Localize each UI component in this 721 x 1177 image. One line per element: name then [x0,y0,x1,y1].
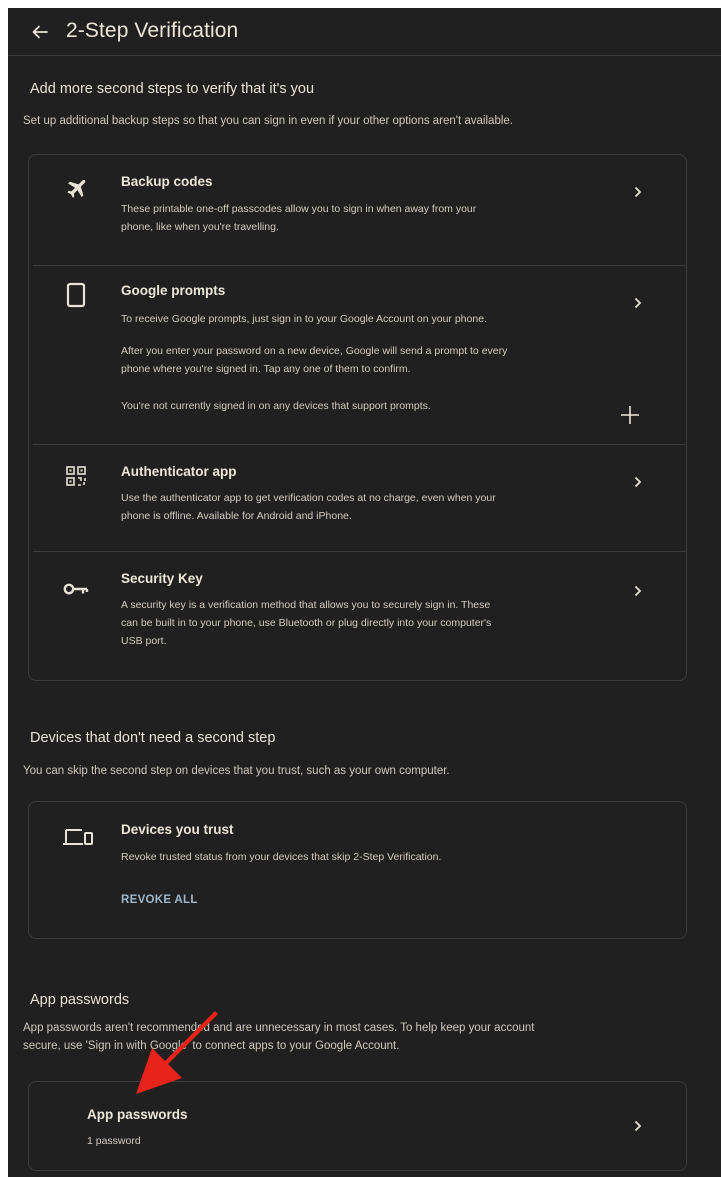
crosshair-cursor-icon [621,406,639,424]
revoke-all-button[interactable]: REVOKE ALL [121,894,198,906]
row-note: You're not currently signed in on any de… [121,400,431,412]
red-arrow-annotation-icon [136,1002,218,1094]
row-subtitle: 1 password [87,1135,141,1147]
row-title: Authenticator app [121,464,237,479]
row-description: Revoke trusted status from your devices … [121,851,442,863]
section-description-second-steps: Set up additional backup steps so that y… [23,115,513,127]
chevron-right-icon [632,1119,644,1133]
row-description: A security key is a verification method … [121,599,492,647]
google-prompts-row[interactable]: Google prompts To receive Google prompts… [29,266,686,444]
back-arrow-icon[interactable] [28,20,52,44]
chevron-right-icon [632,296,644,310]
screen: 2-Step Verification Add more second step… [8,8,721,1177]
row-title: Google prompts [121,283,226,298]
qr-code-icon [63,463,89,489]
page-title: 2-Step Verification [66,19,239,42]
row-description: To receive Google prompts, just sign in … [121,313,487,325]
row-description: These printable one-off passcodes allow … [121,203,477,233]
row-title: Backup codes [121,174,213,189]
section-description-devices: You can skip the second step on devices … [23,765,450,777]
devices-trust-card: Devices you trust Revoke trusted status … [28,801,687,939]
devices-icon [61,824,95,850]
row-title: Devices you trust [121,822,234,837]
backup-codes-row[interactable]: Backup codes These printable one-off pas… [29,155,686,265]
chevron-right-icon [632,185,644,199]
row-title: Security Key [121,571,203,586]
key-icon [63,576,89,602]
row-description: Use the authenticator app to get verific… [121,492,496,522]
row-title: App passwords [87,1107,188,1122]
top-bar: 2-Step Verification [8,8,721,56]
section-heading-devices: Devices that don't need a second step [30,730,276,746]
chevron-right-icon [632,475,644,489]
airplane-icon [63,175,89,201]
security-key-row[interactable]: Security Key A security key is a verific… [29,552,686,682]
authenticator-app-row[interactable]: Authenticator app Use the authenticator … [29,445,686,551]
phone-icon [63,282,89,308]
section-heading-second-steps: Add more second steps to verify that it'… [30,81,315,97]
section-description-app-passwords: App passwords aren't recommended and are… [23,1022,535,1052]
app-passwords-card[interactable]: App passwords 1 password [28,1081,687,1171]
row-description-extra: After you enter your password on a new d… [121,345,508,375]
section-heading-app-passwords: App passwords [30,992,130,1008]
chevron-right-icon [632,584,644,598]
second-steps-card: Backup codes These printable one-off pas… [28,154,687,681]
